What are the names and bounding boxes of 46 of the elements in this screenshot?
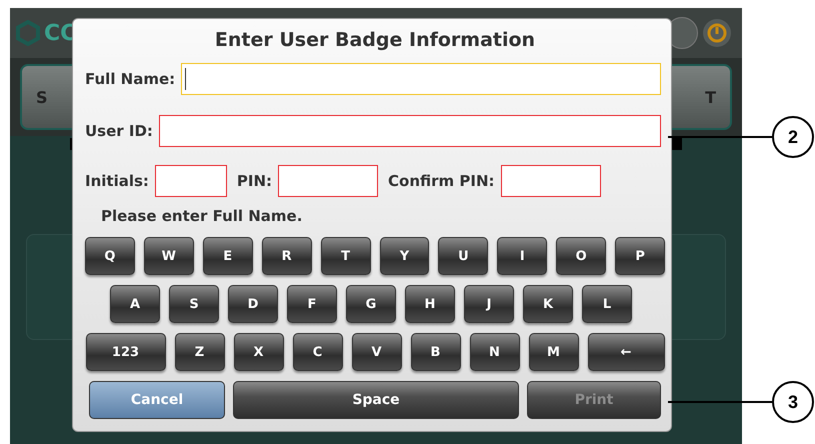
keyboard-key[interactable]: Y bbox=[380, 237, 430, 275]
keyboard-key[interactable]: P bbox=[615, 237, 666, 275]
keyboard-key[interactable]: X bbox=[234, 333, 284, 371]
field-label: User ID: bbox=[85, 122, 153, 140]
input-field[interactable] bbox=[278, 165, 378, 197]
power-icon[interactable] bbox=[702, 18, 732, 48]
keyboard-key[interactable]: T bbox=[320, 237, 370, 275]
keyboard-key[interactable]: U bbox=[438, 237, 488, 275]
keyboard-key[interactable]: A bbox=[110, 285, 160, 323]
keyboard-key[interactable]: F bbox=[287, 285, 337, 323]
keyboard-key[interactable]: N bbox=[470, 333, 520, 371]
keyboard-key[interactable]: Q bbox=[84, 237, 135, 275]
keyboard-key[interactable]: E bbox=[202, 237, 253, 275]
keyboard-key[interactable]: B bbox=[410, 333, 460, 371]
keyboard-key[interactable]: 123 bbox=[86, 333, 166, 371]
field-label: Initials: bbox=[85, 172, 149, 190]
keyboard-key[interactable]: C bbox=[292, 333, 342, 371]
space-button[interactable]: Space bbox=[233, 381, 519, 419]
input-field[interactable] bbox=[154, 165, 227, 197]
keyboard-key[interactable]: L bbox=[582, 285, 632, 323]
callout-number: 3 bbox=[772, 381, 814, 423]
keyboard-key[interactable]: W bbox=[144, 237, 194, 275]
keyboard-key[interactable]: V bbox=[352, 333, 402, 371]
keyboard-key[interactable]: D bbox=[228, 285, 278, 323]
callout-number: 2 bbox=[772, 116, 814, 158]
keyboard-key[interactable]: K bbox=[523, 285, 573, 323]
keyboard-key[interactable]: H bbox=[405, 285, 455, 323]
hexagon-logo-icon bbox=[16, 20, 40, 46]
keyboard-key[interactable]: S bbox=[169, 285, 219, 323]
keyboard-key[interactable]: Z bbox=[174, 333, 224, 371]
keyboard-key[interactable]: G bbox=[346, 285, 396, 323]
field-label: PIN: bbox=[236, 172, 272, 190]
input-field[interactable] bbox=[158, 115, 661, 147]
input-field[interactable] bbox=[500, 165, 601, 197]
field-label: Full Name: bbox=[85, 70, 176, 88]
keyboard-key[interactable]: I bbox=[497, 237, 548, 275]
text-cursor bbox=[185, 68, 186, 90]
dialog-title: Enter User Badge Information bbox=[214, 29, 536, 51]
keyboard-key[interactable]: O bbox=[556, 237, 606, 275]
field-label: Confirm PIN: bbox=[388, 172, 495, 190]
input-field[interactable] bbox=[181, 63, 661, 95]
keyboard-key[interactable]: M bbox=[528, 333, 578, 371]
keyboard-key[interactable]: ← bbox=[588, 333, 664, 371]
status-message: Please enter Full Name. bbox=[101, 207, 304, 225]
keyboard-key[interactable]: R bbox=[262, 237, 312, 275]
keyboard-key[interactable]: J bbox=[464, 285, 514, 323]
